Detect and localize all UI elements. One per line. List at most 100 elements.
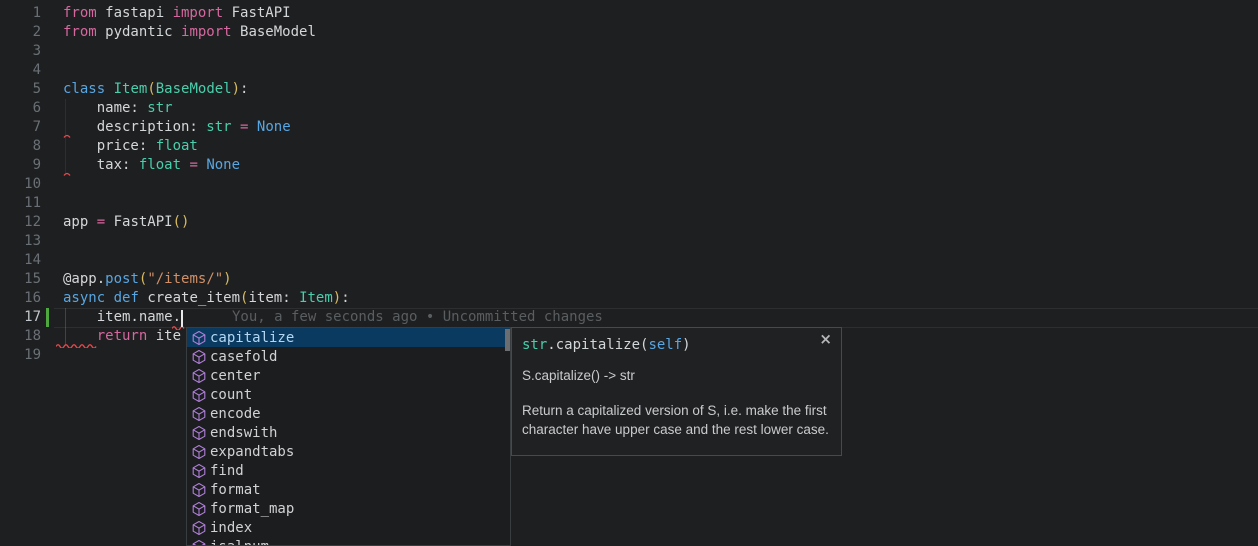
suggestion-label: endswith: [210, 425, 277, 441]
line-number[interactable]: 2: [0, 23, 41, 42]
line-number[interactable]: 18: [0, 327, 41, 346]
method-cube-icon: [191, 444, 207, 460]
code-line-15[interactable]: 15 @app.post("/items/"): [0, 270, 1258, 289]
method-signature: str.capitalize(self): [522, 336, 817, 355]
error-squiggle-icon: [63, 133, 73, 139]
code-line-14[interactable]: 14: [0, 251, 1258, 270]
text-cursor: [181, 310, 183, 327]
line-number[interactable]: 16: [0, 289, 41, 308]
line-number[interactable]: 5: [0, 80, 41, 99]
suggestion-item-casefold[interactable]: casefold: [187, 347, 510, 366]
suggestion-label: capitalize: [210, 330, 294, 346]
method-cube-icon: [191, 406, 207, 422]
code-text: from fastapi import FastAPI: [63, 4, 291, 23]
line-number[interactable]: 13: [0, 232, 41, 251]
code-line-11[interactable]: 11: [0, 194, 1258, 213]
suggestion-item-capitalize[interactable]: capitalize: [187, 328, 510, 347]
method-cube-icon: [191, 520, 207, 536]
code-text: description: str = None: [63, 118, 291, 137]
suggestion-label: center: [210, 368, 261, 384]
line-number[interactable]: 3: [0, 42, 41, 61]
suggestion-list: capitalize casefold center count encode …: [187, 328, 510, 546]
code-text: from pydantic import BaseModel: [63, 23, 316, 42]
method-cube-icon: [191, 501, 207, 517]
code-line-1[interactable]: 1 from fastapi import FastAPI: [0, 4, 1258, 23]
suggestion-label: encode: [210, 406, 261, 422]
code-line-16[interactable]: 16 async def create_item(item: Item):: [0, 289, 1258, 308]
method-cube-icon: [191, 539, 207, 546]
code-line-3[interactable]: 3: [0, 42, 1258, 61]
line-number[interactable]: 17: [0, 308, 41, 327]
suggestion-item-expandtabs[interactable]: expandtabs: [187, 442, 510, 461]
code-text: name: str: [63, 99, 173, 118]
line-number[interactable]: 6: [0, 99, 41, 118]
line-number[interactable]: 9: [0, 156, 41, 175]
code-text: class Item(BaseModel):: [63, 80, 248, 99]
code-text: tax: float = None: [63, 156, 240, 175]
code-line-6[interactable]: 6 name: str: [0, 99, 1258, 118]
line-number[interactable]: 11: [0, 194, 41, 213]
method-cube-icon: [191, 368, 207, 384]
code-line-8[interactable]: 8 price: float: [0, 137, 1258, 156]
docs-description: Return a capitalized version of S, i.e. …: [522, 401, 831, 439]
code-text: @app.post("/items/"): [63, 270, 232, 289]
suggestion-label: expandtabs: [210, 444, 294, 460]
suggestion-label: count: [210, 387, 252, 403]
method-cube-icon: [191, 387, 207, 403]
suggestion-item-count[interactable]: count: [187, 385, 510, 404]
suggestion-label: isalnum: [210, 539, 269, 546]
suggestion-label: index: [210, 520, 252, 536]
close-icon[interactable]: ×: [819, 332, 832, 347]
code-line-9[interactable]: 9 tax: float = None: [0, 156, 1258, 175]
code-line-13[interactable]: 13: [0, 232, 1258, 251]
method-cube-icon: [191, 482, 207, 498]
code-line-5[interactable]: 5 class Item(BaseModel):: [0, 80, 1258, 99]
method-cube-icon: [191, 330, 207, 346]
suggestion-label: casefold: [210, 349, 277, 365]
line-number[interactable]: 8: [0, 137, 41, 156]
code-text: price: float: [63, 137, 198, 156]
suggestion-item-encode[interactable]: encode: [187, 404, 510, 423]
suggestion-item-format[interactable]: format: [187, 480, 510, 499]
line-number[interactable]: 7: [0, 118, 41, 137]
line-number[interactable]: 1: [0, 4, 41, 23]
code-text: app = FastAPI(): [63, 213, 189, 232]
code-editor-window: 1 from fastapi import FastAPI 2 from pydant…: [0, 0, 1258, 546]
method-cube-icon: [191, 463, 207, 479]
code-line-10[interactable]: 10: [0, 175, 1258, 194]
code-line-7[interactable]: 7 description: str = None: [0, 118, 1258, 137]
code-text: item.name.: [63, 308, 181, 327]
error-squiggle-icon: [63, 171, 73, 177]
suggestion-docs-panel: str.capitalize(self) × S.capitalize() ->…: [511, 327, 842, 456]
suggestion-item-format_map[interactable]: format_map: [187, 499, 510, 518]
suggestion-item-isalnum[interactable]: isalnum: [187, 537, 510, 546]
code-line-4[interactable]: 4: [0, 61, 1258, 80]
code-line-12[interactable]: 12 app = FastAPI(): [0, 213, 1258, 232]
git-blame-annotation: You, a few seconds ago • Uncommitted cha…: [232, 308, 603, 327]
error-squiggle-icon: [172, 324, 186, 330]
method-cube-icon: [191, 349, 207, 365]
code-line-17[interactable]: 17 item.name. You, a few seconds ago • Un…: [0, 308, 1258, 327]
suggestion-label: format_map: [210, 501, 294, 517]
gutter-modified-indicator: [46, 308, 49, 327]
line-number[interactable]: 15: [0, 270, 41, 289]
suggestion-label: find: [210, 463, 244, 479]
error-squiggle-icon: [56, 342, 99, 348]
line-number[interactable]: 4: [0, 61, 41, 80]
suggestion-item-index[interactable]: index: [187, 518, 510, 537]
method-cube-icon: [191, 425, 207, 441]
line-number[interactable]: 19: [0, 346, 41, 365]
autocomplete-popup: capitalize casefold center count encode …: [186, 327, 511, 546]
code-area[interactable]: 1 from fastapi import FastAPI 2 from pydant…: [0, 4, 1258, 365]
suggestion-item-endswith[interactable]: endswith: [187, 423, 510, 442]
suggestion-item-center[interactable]: center: [187, 366, 510, 385]
suggestion-item-find[interactable]: find: [187, 461, 510, 480]
docs-summary: S.capitalize() -> str: [522, 367, 831, 384]
scrollbar-thumb[interactable]: [505, 329, 510, 351]
line-number[interactable]: 14: [0, 251, 41, 270]
line-number[interactable]: 12: [0, 213, 41, 232]
code-text: async def create_item(item: Item):: [63, 289, 350, 308]
code-line-2[interactable]: 2 from pydantic import BaseModel: [0, 23, 1258, 42]
line-number[interactable]: 10: [0, 175, 41, 194]
suggestion-label: format: [210, 482, 261, 498]
